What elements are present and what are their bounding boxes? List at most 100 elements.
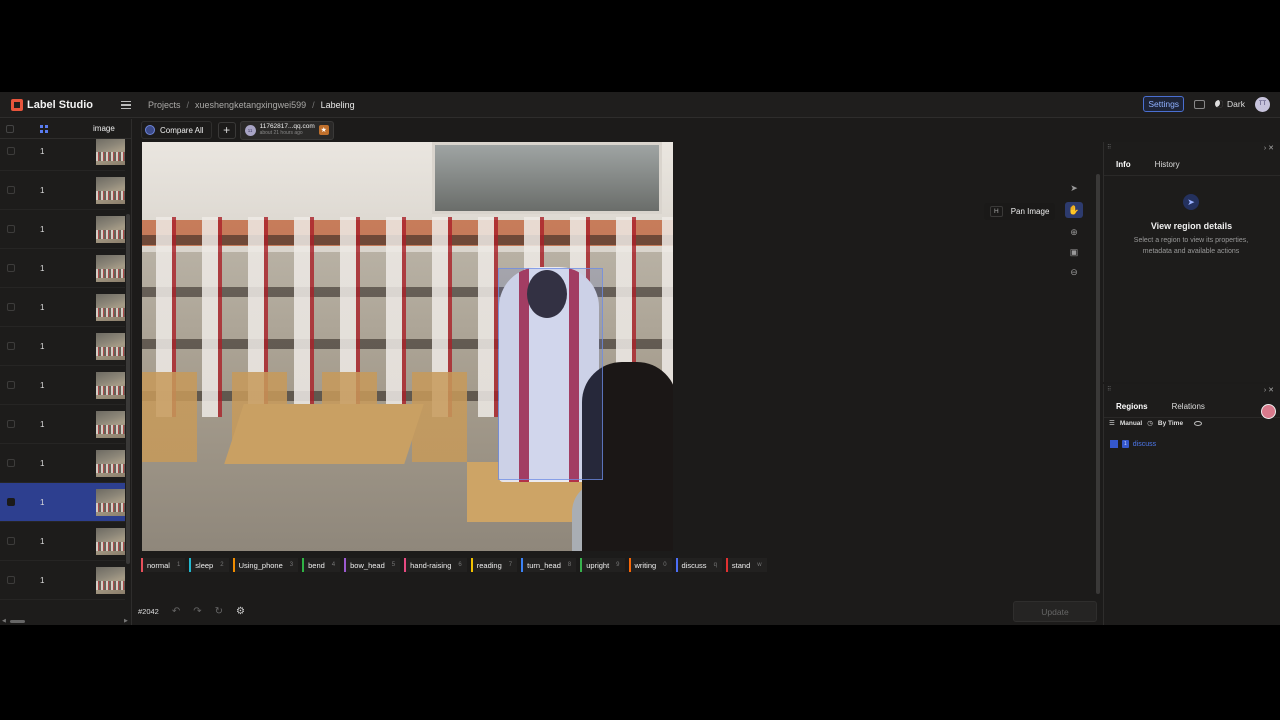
zoom-out-icon[interactable]: ⊖	[1065, 266, 1083, 278]
drag-handle-icon[interactable]: ⠿	[1107, 144, 1111, 151]
row-thumbnail	[96, 332, 125, 360]
region-list-item[interactable]: 1 discuss	[1110, 440, 1156, 448]
app-name: Label Studio	[27, 98, 93, 111]
add-annotation-button[interactable]: +	[217, 121, 236, 139]
row-number: 1	[40, 419, 45, 429]
label-hotkey: w	[757, 562, 762, 568]
star-icon[interactable]: ★	[318, 125, 329, 135]
table-row[interactable]: 1	[0, 171, 125, 210]
table-row[interactable]: 1	[0, 139, 125, 171]
row-checkbox[interactable]	[7, 537, 15, 545]
row-checkbox[interactable]	[7, 147, 15, 155]
undo-icon[interactable]: ↶	[172, 606, 180, 617]
label-hand-raising[interactable]: hand-raising 6	[404, 558, 467, 572]
compare-icon	[145, 125, 155, 135]
compare-all-button[interactable]: Compare All	[141, 121, 212, 139]
hand-icon[interactable]: ✋	[1065, 202, 1083, 218]
row-thumbnail	[96, 371, 125, 399]
label-bow-head[interactable]: bow_head 5	[344, 558, 401, 572]
breadcrumb-projects[interactable]: Projects	[148, 100, 181, 110]
label-reading[interactable]: reading 7	[470, 558, 518, 572]
row-thumbnail	[96, 566, 125, 594]
drag-handle-icon[interactable]: ⠿	[1107, 386, 1111, 393]
regions-avatar[interactable]	[1261, 404, 1276, 419]
label-hotkey: 4	[331, 562, 336, 568]
image-canvas[interactable]	[142, 142, 673, 551]
row-checkbox[interactable]	[7, 186, 15, 194]
label-writing[interactable]: writing 0	[628, 558, 672, 572]
label-hotkey: 2	[220, 562, 224, 568]
table-row[interactable]: 1	[0, 288, 125, 327]
filter-by-time[interactable]: By Time	[1158, 420, 1183, 427]
classroom-window	[432, 142, 662, 214]
task-list-hscrollbar[interactable]	[10, 620, 25, 623]
row-checkbox[interactable]	[7, 342, 15, 350]
annotation-tab[interactable]: 11 11762817...qq.com about 21 hours ago …	[239, 120, 334, 140]
table-row[interactable]: 1	[0, 249, 125, 288]
row-number: 1	[40, 185, 45, 195]
zoom-in-icon[interactable]: ⊕	[1065, 226, 1083, 238]
breadcrumb-project[interactable]: xueshengketangxingwei599	[195, 100, 306, 110]
table-row[interactable]: 1	[0, 405, 125, 444]
reset-icon[interactable]: ↻	[215, 606, 223, 617]
theme-toggle[interactable]: Dark	[1215, 99, 1245, 109]
region-bounding-box[interactable]	[498, 268, 603, 480]
eye-icon[interactable]	[1194, 420, 1203, 426]
label-name: Using_phone	[238, 560, 283, 570]
filter-manual[interactable]: Manual	[1120, 420, 1142, 427]
label-sleep[interactable]: sleep 2	[189, 558, 229, 572]
task-list-scrollbar[interactable]	[126, 214, 130, 564]
row-checkbox[interactable]	[7, 264, 15, 272]
select-all-checkbox[interactable]	[6, 124, 14, 133]
settings-sliders-icon[interactable]: ⚙	[236, 606, 245, 617]
grid-view-icon[interactable]	[40, 124, 48, 133]
tab-relations[interactable]: Relations	[1172, 402, 1205, 411]
fit-icon[interactable]: ▣	[1065, 246, 1083, 258]
row-checkbox[interactable]	[7, 576, 15, 584]
row-checkbox[interactable]	[7, 225, 15, 233]
table-row[interactable]: 1	[0, 444, 125, 483]
table-row[interactable]: 1	[0, 561, 125, 600]
pointer-icon[interactable]: ➤	[1065, 182, 1083, 194]
redo-icon[interactable]: ↷	[193, 606, 201, 617]
label-stand[interactable]: stand w	[725, 558, 767, 572]
scroll-right-icon[interactable]: ▶	[124, 618, 128, 624]
label-using-phone[interactable]: Using_phone 3	[232, 558, 299, 572]
update-button[interactable]: Update	[1013, 601, 1097, 622]
label-upright[interactable]: upright 9	[580, 558, 625, 572]
breadcrumb-separator: /	[312, 99, 315, 110]
column-header-image[interactable]: image	[93, 124, 115, 133]
label-hotkey: 9	[616, 562, 620, 568]
image-toolbar: ➤ ✋ ⊕ ▣ ⊖	[1064, 182, 1084, 278]
logo[interactable]: Label Studio	[11, 98, 131, 111]
tab-history[interactable]: History	[1155, 160, 1180, 169]
label-normal[interactable]: normal 1	[141, 558, 186, 572]
keyboard-icon[interactable]	[1194, 99, 1206, 109]
panel-controls-icon[interactable]: › ✕	[1264, 386, 1274, 394]
tooltip-hotkey: H	[990, 206, 1003, 217]
settings-button[interactable]: Settings	[1143, 96, 1185, 112]
label-discuss[interactable]: discuss q	[675, 558, 722, 572]
tab-regions[interactable]: Regions	[1116, 402, 1148, 411]
row-checkbox[interactable]	[7, 498, 15, 506]
row-thumbnail	[96, 176, 125, 204]
scroll-left-icon[interactable]: ◀	[2, 618, 6, 624]
label-bend[interactable]: bend 4	[302, 558, 341, 572]
bottom-bar: #2042 ↶ ↷ ↻ ⚙ Update	[133, 598, 1100, 625]
row-checkbox[interactable]	[7, 381, 15, 389]
table-row[interactable]: 1	[0, 522, 125, 561]
row-checkbox[interactable]	[7, 303, 15, 311]
row-checkbox[interactable]	[7, 420, 15, 428]
user-avatar[interactable]: TT	[1255, 96, 1270, 112]
table-row[interactable]: 1	[0, 327, 125, 366]
row-checkbox[interactable]	[7, 459, 15, 467]
panel-controls-icon[interactable]: › ✕	[1264, 144, 1274, 152]
label-turn-head[interactable]: turn_head 8	[521, 558, 577, 572]
main-scrollbar[interactable]	[1096, 174, 1100, 594]
view-region-description: Select a region to view its properties, …	[1133, 237, 1249, 255]
tab-info[interactable]: Info	[1116, 160, 1131, 169]
menu-icon[interactable]	[121, 100, 131, 109]
table-row[interactable]: 1	[0, 210, 125, 249]
table-row[interactable]: 1	[0, 483, 125, 522]
table-row[interactable]: 1	[0, 366, 125, 405]
